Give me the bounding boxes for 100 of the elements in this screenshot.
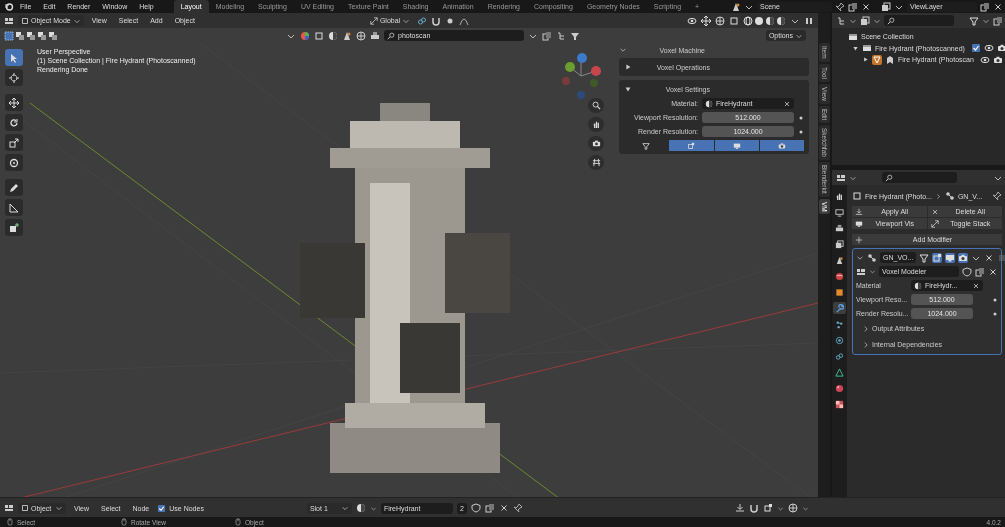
select-intersect-icon[interactable] <box>48 30 58 41</box>
eye-icon[interactable] <box>983 43 994 54</box>
duplicate-icon[interactable] <box>484 503 495 513</box>
select-new-icon[interactable] <box>4 30 14 41</box>
constraints-properties-tab[interactable] <box>833 350 846 362</box>
view-layer-properties-tab[interactable] <box>833 238 846 250</box>
eye-icon[interactable] <box>979 54 990 65</box>
material-shading-icon[interactable] <box>765 15 775 26</box>
material-mode-icon[interactable] <box>328 30 338 41</box>
pin-icon[interactable] <box>512 503 523 513</box>
remove-icon[interactable] <box>984 252 995 263</box>
filter-icon[interactable] <box>570 30 580 41</box>
new-collection-icon[interactable] <box>993 15 1003 26</box>
rendered-shading-icon[interactable] <box>776 15 786 26</box>
object-properties-tab[interactable] <box>833 286 846 298</box>
unlink-icon[interactable] <box>498 503 509 513</box>
viewport-icon[interactable] <box>945 252 956 263</box>
render-icon[interactable] <box>958 252 969 263</box>
camera-toggle-button[interactable] <box>759 140 804 151</box>
solid-shading-icon[interactable] <box>754 15 764 26</box>
pin-icon[interactable] <box>992 191 1002 201</box>
render-properties-tab[interactable] <box>833 206 846 218</box>
wireframe-shading-icon[interactable] <box>743 15 753 26</box>
snap-icon[interactable] <box>431 15 442 26</box>
parent-icon[interactable] <box>735 503 745 513</box>
monitor-toggle-button[interactable] <box>714 140 759 151</box>
select-extend-icon[interactable] <box>15 30 25 41</box>
snap-icon[interactable] <box>749 503 759 513</box>
measure-tool-button[interactable] <box>5 199 23 216</box>
fake-user-icon[interactable] <box>962 266 972 277</box>
copy-icon[interactable] <box>980 1 990 12</box>
render-icon[interactable] <box>370 30 380 41</box>
editor-type-icon[interactable] <box>4 503 14 513</box>
search-field[interactable] <box>882 172 957 183</box>
rotate-tool-button[interactable] <box>5 114 23 131</box>
snap-target-icon[interactable] <box>763 503 773 513</box>
duplicate-icon[interactable] <box>975 266 985 277</box>
disclosure-triangle-icon[interactable] <box>624 85 632 93</box>
move-tool-button[interactable] <box>5 94 23 111</box>
hierarchy-icon[interactable] <box>556 30 566 41</box>
select-subtract-icon[interactable] <box>26 30 36 41</box>
color-sphere-icon[interactable] <box>300 30 310 41</box>
edit-mode-icon[interactable] <box>919 252 930 263</box>
lights-icon[interactable] <box>342 30 352 41</box>
checkbox[interactable] <box>970 43 981 54</box>
copy-icon[interactable] <box>848 1 858 12</box>
chevron-icon[interactable] <box>862 324 870 333</box>
filter-icon[interactable] <box>969 15 979 26</box>
editor-type-icon[interactable] <box>4 15 14 26</box>
overlay-icon[interactable] <box>715 15 725 26</box>
scene-icon[interactable] <box>731 1 741 12</box>
data-properties-tab[interactable] <box>833 366 846 378</box>
edit-toggle-button[interactable] <box>669 140 714 151</box>
output-properties-tab[interactable] <box>833 222 846 234</box>
keyframe-dot-icon[interactable] <box>798 128 804 135</box>
texture-properties-tab[interactable] <box>833 398 846 410</box>
unlink-icon[interactable] <box>988 266 998 277</box>
select-invert-icon[interactable] <box>37 30 47 41</box>
material-properties-tab[interactable] <box>833 382 846 394</box>
search-field[interactable] <box>884 15 954 26</box>
disclosure-triangle-icon[interactable] <box>852 44 859 52</box>
keyframe-dot-icon[interactable] <box>992 296 998 303</box>
editor-type-icon[interactable] <box>836 172 846 183</box>
keyframe-dot-icon[interactable] <box>798 114 804 121</box>
world-icon[interactable] <box>356 30 366 41</box>
disclosure-triangle-icon[interactable] <box>624 63 632 71</box>
gizmo-toggle-icon[interactable] <box>701 15 711 26</box>
close-icon[interactable] <box>993 1 1003 12</box>
bookmark-icon[interactable] <box>542 30 552 41</box>
view-layer-icon[interactable] <box>881 1 891 12</box>
node-tree-icon[interactable] <box>856 266 866 277</box>
add-cube-tool-button[interactable] <box>5 219 23 236</box>
world-properties-tab[interactable] <box>833 270 846 282</box>
scale-tool-button[interactable] <box>5 134 23 151</box>
physics-properties-tab[interactable] <box>833 334 846 346</box>
transform-tool-button[interactable] <box>5 154 23 171</box>
display-mode-icon[interactable] <box>860 15 870 26</box>
close-icon[interactable] <box>861 1 871 12</box>
blender-logo-icon[interactable] <box>4 1 14 12</box>
camera-icon[interactable] <box>996 43 1005 54</box>
solid-mode-icon[interactable] <box>314 30 324 41</box>
keyframe-dot-icon[interactable] <box>992 310 998 317</box>
fake-user-icon[interactable] <box>470 503 481 513</box>
cursor-tool-button[interactable] <box>5 69 23 86</box>
visibility-icon[interactable] <box>687 15 697 26</box>
pin-icon[interactable] <box>835 1 845 12</box>
overlay-icon[interactable] <box>788 503 798 513</box>
select-tool-button[interactable] <box>5 49 23 66</box>
annotate-tool-button[interactable] <box>5 179 23 196</box>
modifier-properties-tab[interactable] <box>833 302 846 314</box>
cage-icon[interactable] <box>932 252 943 263</box>
xray-icon[interactable] <box>729 15 739 26</box>
outliner-icon[interactable] <box>836 15 846 26</box>
chevron-icon[interactable] <box>862 340 870 349</box>
disclosure-triangle-icon[interactable] <box>862 56 869 64</box>
chevron-icon[interactable] <box>619 46 627 54</box>
camera-icon[interactable] <box>992 54 1003 65</box>
checkbox[interactable] <box>157 503 167 513</box>
material-icon[interactable] <box>355 503 366 513</box>
pause-icon[interactable] <box>804 15 814 26</box>
